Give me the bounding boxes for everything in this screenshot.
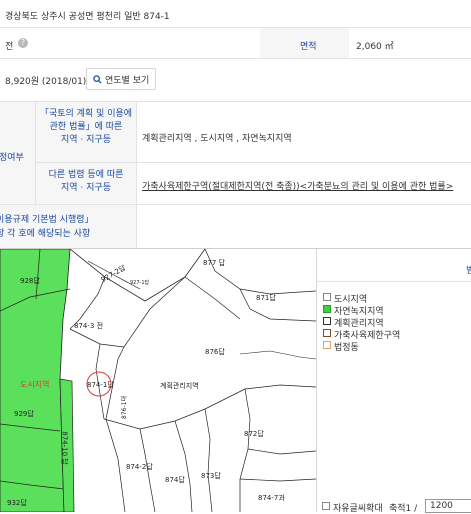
zoning-section-label: 정여부 (0, 153, 24, 163)
search-icon (93, 74, 102, 84)
legend-panel: 범 도시지역 자연녹지지역 계획관리지역 가축사육제한구역 법정동 자유글씨확대… (316, 249, 471, 514)
scale-select[interactable]: 1200 (425, 499, 471, 513)
map-label: 874-2답 (126, 463, 153, 471)
large-text-label: 자유글씨확대 (333, 504, 383, 514)
map-label: 927-1답 (130, 280, 150, 286)
zoning-row-2-law: 다른 법령 등에 따른 지역 · 지구등 (48, 170, 124, 193)
map-label: 928답 (20, 277, 40, 285)
cadastral-map[interactable]: 927-2답 927-1답 877 답 928답 874-3 전 871답 87… (0, 249, 316, 512)
scale-value: 1200 (430, 501, 453, 511)
address-row: 경상북도 상주시 공성면 평천리 일반 874-1 (0, 0, 471, 27)
extra-lines: 이용규제 기본법 시행령」 항 각 호에 해당되는 사항 (0, 215, 94, 239)
legend-title: 범 (466, 266, 471, 276)
large-text-checkbox[interactable] (322, 502, 330, 510)
legend-swatch (323, 293, 331, 301)
price-row: 8,920원 (2018/01) 연도별 보기 (0, 59, 471, 101)
area-value: 2,060 ㎡ (356, 42, 394, 52)
legend-swatch (323, 329, 331, 337)
map-label: 929답 (14, 410, 34, 418)
map-label: 874-10 답 (60, 431, 69, 465)
legend-swatch (323, 317, 331, 325)
map-label: 872답 (244, 430, 264, 438)
zoning-row-2-value[interactable]: 가축사육제한구역(절대제한지역(전 축종))<가축분뇨의 관리 및 이용에 관한… (142, 179, 453, 192)
land-category: 전 (5, 42, 14, 52)
map-label: 계획관리지역 (160, 382, 199, 390)
help-icon[interactable]: ? (18, 38, 28, 48)
price-value: 8,920원 (2018/01) (5, 77, 87, 87)
zoning-row-1-law: 「국토의 계획 및 이용에 관한 법률」에 따른 지역 · 지구등 (39, 109, 133, 145)
map-label: 871답 (256, 294, 276, 302)
map-label: 877 답 (203, 259, 226, 267)
yearly-view-label: 연도별 보기 (105, 75, 150, 86)
map-label: 874-7과 (258, 494, 285, 502)
bottom-controls: 자유글씨확대 축적1 / 1200 (317, 498, 471, 514)
map-label: 876답 (205, 348, 225, 356)
legend-swatch (323, 341, 331, 349)
map-label: 도시지역 (20, 380, 50, 389)
address-text: 경상북도 상주시 공성면 평천리 일반 874-1 (5, 12, 170, 22)
zoning-section: 정여부 「국토의 계획 및 이용에 관한 법률」에 따른 지역 · 지구등 계획… (0, 102, 471, 248)
zoning-row-1-value: 계획관리지역 , 도시지역 , 자연녹지지역 (142, 134, 292, 144)
legend-swatch (323, 305, 331, 313)
scale-label: 축적1 / (389, 504, 418, 514)
map-label: 874-3 전 (74, 322, 104, 330)
land-row: 전 ? 면적 2,060 ㎡ (0, 28, 471, 58)
map-label: 874-1답 (87, 381, 114, 389)
legend-label: 법정동 (334, 343, 359, 353)
yearly-view-button[interactable]: 연도별 보기 (86, 68, 157, 90)
area-label: 면적 (300, 42, 317, 52)
map-label: 876-1대 (120, 396, 128, 419)
map-label: 873답 (201, 472, 221, 480)
map-label: 874답 (165, 476, 185, 484)
map-label: 932답 (7, 499, 27, 507)
